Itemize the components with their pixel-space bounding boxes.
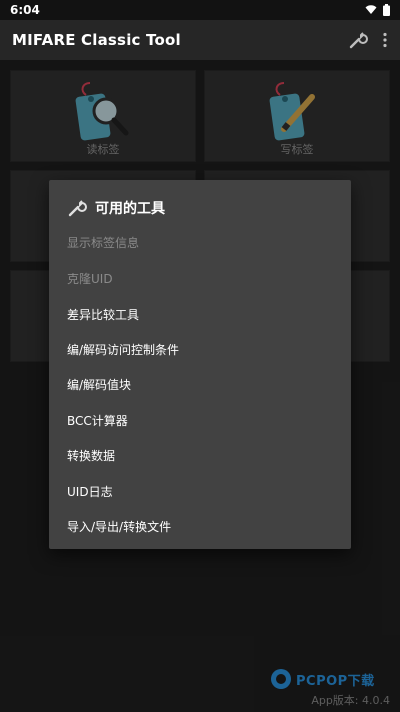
wrench-icon [68, 200, 87, 217]
menu-item-uid-log[interactable]: UID日志 [67, 483, 113, 500]
menu-item-clone-uid: 克隆UID [67, 272, 113, 286]
menu-item-import-export[interactable]: 导入/导出/转换文件 [67, 518, 171, 535]
status-bar: 6:04 [0, 0, 400, 20]
app-title: MIFARE Classic Tool [12, 31, 181, 49]
app-bar: MIFARE Classic Tool [0, 20, 400, 60]
menu-item-value-block[interactable]: 编/解码值块 [67, 376, 131, 393]
tools-dialog: 可用的工具 显示标签信息 克隆UID 差异比较工具 编/解码访问控制条件 编/解… [49, 180, 351, 549]
wrench-icon[interactable] [348, 30, 368, 50]
status-time: 6:04 [10, 3, 40, 17]
dialog-title-row: 可用的工具 [67, 198, 165, 218]
menu-item-show-tag-info: 显示标签信息 [67, 236, 140, 250]
menu-item-convert-data[interactable]: 转换数据 [67, 447, 115, 464]
menu-item-bcc-calculator[interactable]: BCC计算器 [67, 412, 128, 429]
menu-item-access-conditions[interactable]: 编/解码访问控制条件 [67, 341, 179, 358]
menu-item-diff-tool[interactable]: 差异比较工具 [67, 306, 139, 323]
status-icons [365, 4, 390, 16]
battery-icon [383, 4, 390, 16]
overflow-menu-icon[interactable] [382, 32, 388, 48]
wifi-icon [365, 5, 377, 14]
dialog-title: 可用的工具 [95, 201, 165, 217]
